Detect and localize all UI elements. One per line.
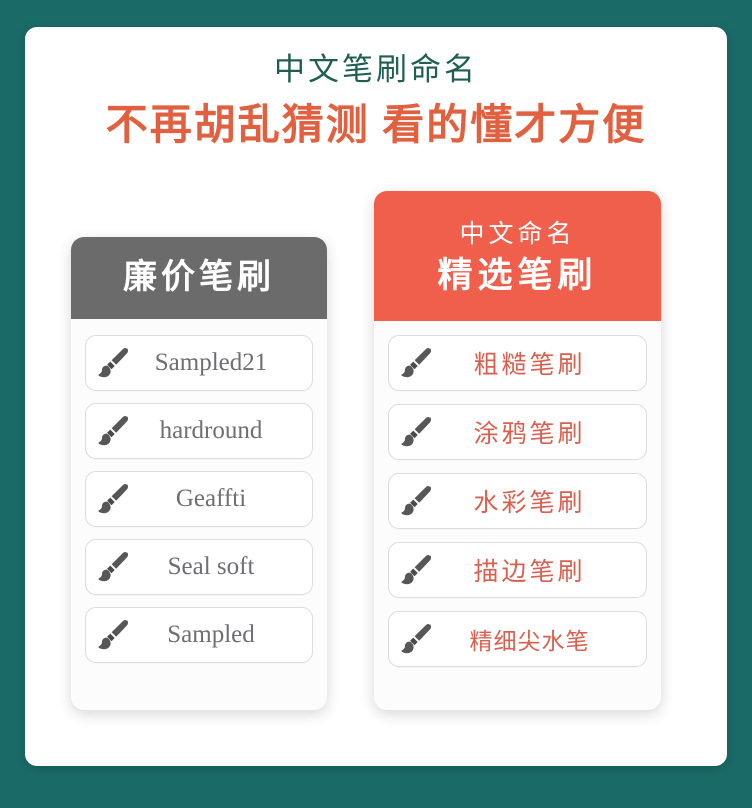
list-item[interactable]: 精细尖水笔 <box>388 611 647 667</box>
list-item-label: Geaffti <box>175 485 247 512</box>
paintbrush-icon <box>399 347 433 379</box>
page-subtitle: 不再胡乱猜测 看的懂才方便 <box>105 103 647 149</box>
paintbrush-icon <box>96 347 130 379</box>
list-item[interactable]: Sampled <box>85 607 313 663</box>
paintbrush-icon <box>399 623 433 655</box>
paintbrush-icon <box>96 619 130 651</box>
list-item[interactable]: Geaffti <box>85 471 313 527</box>
list-item[interactable]: Seal soft <box>85 539 313 595</box>
card-body-curated-brushes: 粗糙笔刷 涂鸦笔刷 水彩笔刷 描边笔刷 精细尖水笔 <box>374 321 661 680</box>
content-panel: 中文笔刷命名 不再胡乱猜测 看的懂才方便 廉价笔刷 Sampled21 hard… <box>25 27 727 766</box>
list-item-label: hardround <box>159 417 263 444</box>
card-header-title-cheap: 廉价笔刷 <box>123 259 275 296</box>
list-item-label: 粗糙笔刷 <box>473 352 586 379</box>
list-item-label: Sampled21 <box>154 349 268 376</box>
list-item[interactable]: 粗糙笔刷 <box>388 335 647 391</box>
card-curated-brushes: 中文命名 精选笔刷 粗糙笔刷 涂鸦笔刷 水彩笔刷 描边笔刷 精细尖水笔 <box>374 191 661 710</box>
list-item[interactable]: 涂鸦笔刷 <box>388 404 647 460</box>
list-item[interactable]: Sampled21 <box>85 335 313 391</box>
paintbrush-icon <box>399 485 433 517</box>
card-header-subtitle-curated: 中文命名 <box>459 221 576 248</box>
card-cheap-brushes: 廉价笔刷 Sampled21 hardround Geaffti Seal so… <box>71 237 327 710</box>
paintbrush-icon <box>96 483 130 515</box>
list-item-label: 精细尖水笔 <box>469 629 590 654</box>
list-item[interactable]: hardround <box>85 403 313 459</box>
list-item-label: Sampled <box>167 621 255 648</box>
list-item-label: Seal soft <box>167 553 255 580</box>
paintbrush-icon <box>96 415 130 447</box>
paintbrush-icon <box>96 551 130 583</box>
card-header-title-curated: 精选笔刷 <box>437 256 598 295</box>
list-item-label: 涂鸦笔刷 <box>473 421 586 448</box>
page-background: 中文笔刷命名 不再胡乱猜测 看的懂才方便 廉价笔刷 Sampled21 hard… <box>0 0 752 808</box>
card-body-cheap-brushes: Sampled21 hardround Geaffti Seal soft Sa… <box>71 319 327 675</box>
paintbrush-icon <box>399 416 433 448</box>
list-item-label: 描边笔刷 <box>473 559 586 586</box>
list-item-label: 水彩笔刷 <box>473 490 586 517</box>
card-header-curated-brushes: 中文命名 精选笔刷 <box>374 191 661 321</box>
list-item[interactable]: 水彩笔刷 <box>388 473 647 529</box>
list-item[interactable]: 描边笔刷 <box>388 542 647 598</box>
page-title: 中文笔刷命名 <box>274 52 478 87</box>
page-heading: 中文笔刷命名 不再胡乱猜测 看的懂才方便 <box>25 47 727 157</box>
paintbrush-icon <box>399 554 433 586</box>
card-header-cheap-brushes: 廉价笔刷 <box>71 237 327 319</box>
